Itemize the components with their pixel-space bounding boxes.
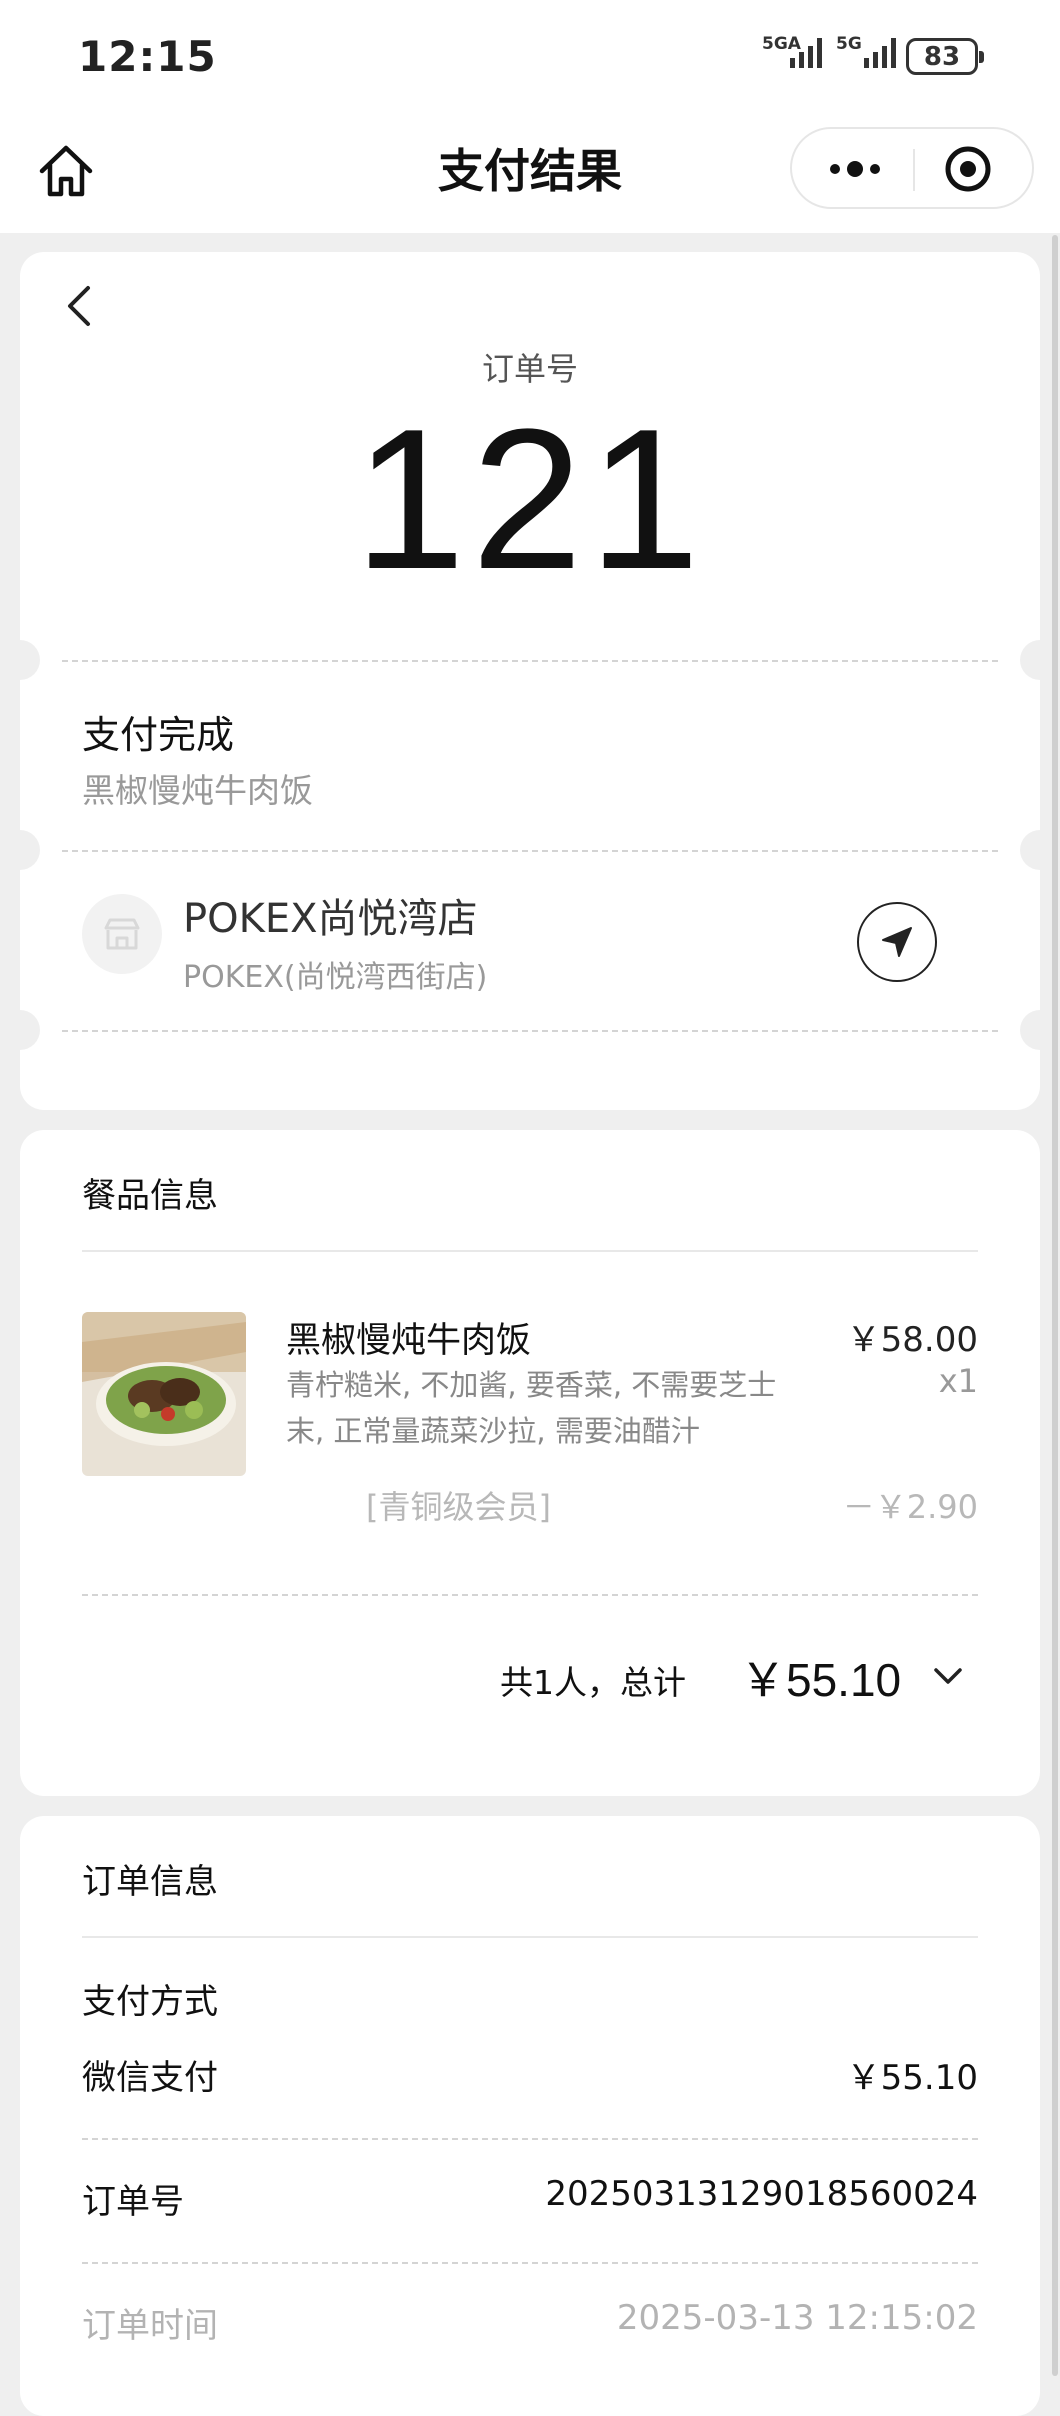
dish-quantity: x1 [938, 1362, 978, 1400]
target-close-icon [945, 146, 991, 192]
order-time-label: 订单时间 [82, 2306, 218, 2346]
store-logo [82, 894, 162, 974]
chevron-left-icon [68, 286, 90, 326]
signal-icon-5ga: 5GA [762, 34, 832, 74]
member-level-label: [青铜级会员] [366, 1488, 551, 1526]
ticket-notch [20, 830, 40, 870]
summary-total: ￥55.10 [740, 1654, 902, 1706]
nav-bar: 支付结果 [0, 115, 1060, 233]
battery-icon: 83 [906, 38, 984, 75]
meal-info-card: 餐品信息 黑椒慢炖牛肉饭 青柠糙米, 不加酱, 要香菜, 不需要芝士 末, 正常… [20, 1130, 1040, 1796]
dish-price: ￥58.00 [846, 1320, 978, 1360]
dish-name: 黑椒慢炖牛肉饭 [286, 1321, 532, 1361]
payment-amount: ￥55.10 [846, 2058, 978, 2098]
order-info-card: 订单信息 支付方式 微信支付 ￥55.10 订单号 20250313129018… [20, 1816, 1040, 2416]
divider [82, 2138, 978, 2140]
divider [62, 1030, 998, 1032]
member-discount: －￥2.90 [842, 1488, 978, 1526]
back-button[interactable] [56, 280, 104, 332]
summary-label: 共1人，总计 [500, 1663, 686, 1702]
divider [62, 850, 998, 852]
order-number-label: 订单号 [481, 350, 578, 388]
ticket-notch [20, 640, 40, 680]
dish-options: 青柠糙米, 不加酱, 要香菜, 不需要芝士 末, 正常量蔬菜沙拉, 需要油醋汁 [286, 1362, 806, 1454]
order-no-label: 订单号 [82, 2182, 184, 2222]
dish-options-line: 青柠糙米, 不加酱, 要香菜, 不需要芝士 [286, 1368, 777, 1402]
paid-item-name: 黑椒慢炖牛肉饭 [82, 771, 313, 810]
signal-icon-5g: 5G [836, 34, 898, 74]
divider [82, 2262, 978, 2264]
order-time-value: 2025-03-13 12:15:02 [616, 2298, 978, 2338]
ticket-notch [1020, 830, 1040, 870]
mini-program-capsule [790, 127, 1034, 209]
meal-info-title: 餐品信息 [82, 1176, 218, 1216]
capsule-divider [913, 149, 915, 191]
order-info-title: 订单信息 [82, 1862, 218, 1902]
ticket-notch [1020, 1010, 1040, 1050]
order-no-value: 20250313129018560024 [545, 2174, 978, 2214]
store-icon [104, 918, 140, 950]
order-result-card: 订单号 121 支付完成 黑椒慢炖牛肉饭 POKEX尚悦湾店 POKEX(尚悦湾… [20, 252, 1040, 1110]
close-mini-program-button[interactable] [940, 143, 996, 195]
chevron-down-icon [934, 1668, 962, 1684]
payment-method-value: 微信支付 [82, 2058, 218, 2098]
expand-button[interactable] [926, 1656, 970, 1696]
store-name: POKEX尚悦湾店 [183, 896, 478, 942]
divider [82, 1936, 978, 1938]
navigate-to-store-button[interactable] [857, 902, 937, 982]
scrollbar[interactable] [1052, 235, 1058, 2376]
payment-method-label: 支付方式 [82, 1982, 218, 2022]
status-time: 12:15 [78, 32, 217, 81]
divider [62, 660, 998, 662]
divider [82, 1594, 978, 1596]
divider [82, 1250, 978, 1252]
ticket-notch [1020, 640, 1040, 680]
dish-options-line: 末, 正常量蔬菜沙拉, 需要油醋汁 [286, 1414, 700, 1448]
store-branch: POKEX(尚悦湾西街店) [183, 960, 488, 995]
status-bar: 12:15 5GA 5G 83 [0, 0, 1060, 115]
order-number: 121 [354, 388, 706, 611]
ticket-notch [20, 1010, 40, 1050]
payment-status: 支付完成 [82, 713, 235, 757]
more-dots-icon [830, 161, 880, 177]
navigation-arrow-icon [882, 927, 912, 957]
more-button[interactable] [820, 145, 890, 193]
dish-image [82, 1312, 246, 1476]
